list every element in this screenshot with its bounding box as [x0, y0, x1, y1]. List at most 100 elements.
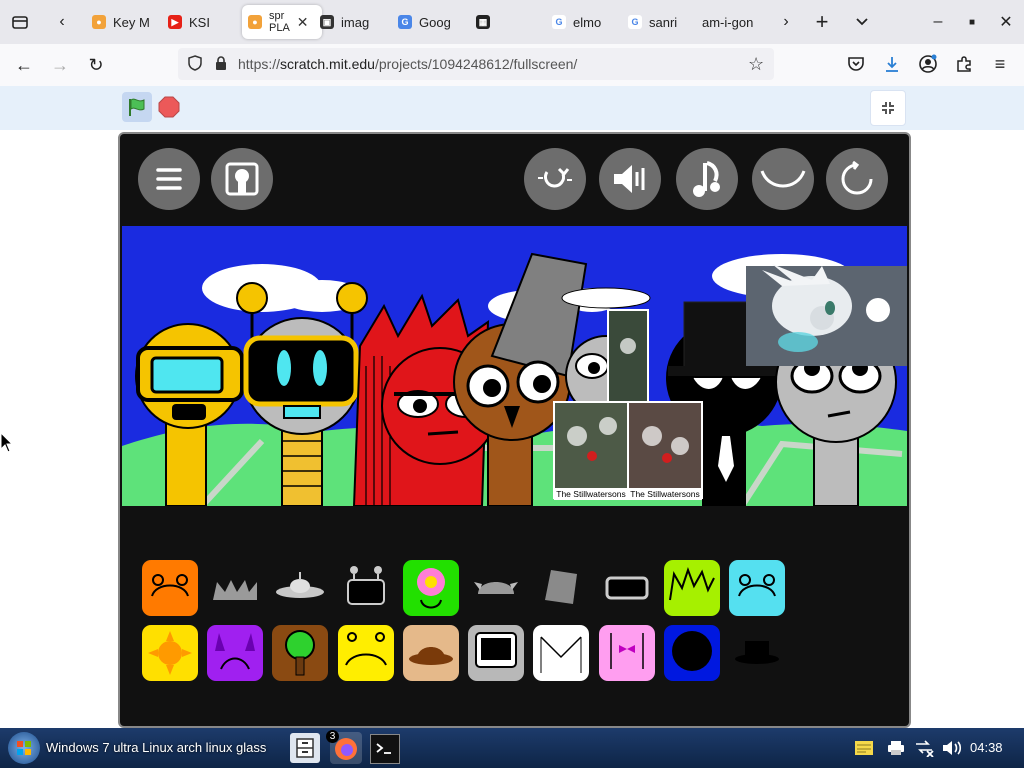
- pink-bow-icon: [610, 633, 644, 669]
- exit-fullscreen-button[interactable]: [870, 90, 906, 126]
- tab-title: Key M: [113, 14, 150, 30]
- stop-button[interactable]: [158, 96, 180, 118]
- costume-slot-spiky-crown[interactable]: [207, 560, 263, 616]
- forward-arrow-icon[interactable]: →: [46, 51, 74, 79]
- firefox-window-count-badge: 3: [326, 730, 339, 743]
- back-arrow-icon[interactable]: ←: [10, 51, 38, 79]
- lime-hair-icon: [669, 567, 715, 601]
- monitor-icon: [475, 632, 517, 668]
- tab-scroll-right-icon[interactable]: ›: [772, 8, 800, 36]
- start-orb-icon[interactable]: [8, 732, 40, 764]
- costume-slot-antenna-box[interactable]: [338, 560, 394, 616]
- costume-slot-cyan-frog[interactable]: [729, 560, 785, 616]
- maximize-icon[interactable]: ■: [958, 8, 986, 36]
- tab-favicon-icon: G: [628, 15, 642, 29]
- yellow-antenna-icon: [345, 632, 387, 666]
- tab-favicon-icon: ▦: [476, 15, 490, 29]
- tab-6[interactable]: ▦: [476, 5, 536, 39]
- tab-title: am-i-gon: [702, 14, 754, 30]
- bucket-icon: [545, 570, 577, 604]
- green-flag-icon: [129, 98, 145, 116]
- notes-tray-icon[interactable]: [852, 736, 876, 760]
- extensions-puzzle-icon[interactable]: [950, 50, 978, 78]
- tab-5[interactable]: G Goog: [398, 5, 466, 39]
- reload-icon[interactable]: ↻: [82, 51, 110, 79]
- costume-slot-pink-bow[interactable]: [599, 625, 655, 681]
- costume-slot-sun[interactable]: [142, 625, 198, 681]
- os-taskbar: Windows 7 ultra Linux arch linux glass 3…: [0, 728, 1024, 768]
- smile-icon: [760, 170, 806, 188]
- close-tab-icon[interactable]: ✕: [297, 14, 309, 31]
- green-flag-button[interactable]: [122, 92, 152, 122]
- black-hat-icon: [735, 641, 779, 664]
- costume-slot-blue-black[interactable]: [664, 625, 720, 681]
- tab-8[interactable]: Gsanri: [628, 5, 692, 39]
- costume-slot-bucket[interactable]: [533, 560, 589, 616]
- reset-mix-button[interactable]: [524, 148, 586, 210]
- costume-slot-lime-hair[interactable]: [664, 560, 720, 616]
- printer-tray-icon[interactable]: [884, 736, 908, 760]
- sun-icon: [148, 631, 192, 675]
- speaker-icon: [614, 165, 645, 193]
- tab-scroll-left-icon[interactable]: ‹: [48, 8, 76, 36]
- loop-arrows-icon: [538, 167, 572, 188]
- new-tab-plus-icon[interactable]: +: [808, 8, 836, 36]
- volume-button[interactable]: [599, 148, 661, 210]
- address-bar[interactable]: https://scratch.mit.edu/projects/1094248…: [178, 48, 774, 80]
- minimize-icon[interactable]: –: [924, 8, 952, 36]
- costume-slot-orange-frog[interactable]: [142, 560, 198, 616]
- character-button[interactable]: [211, 148, 273, 210]
- costume-slot-black-hat[interactable]: [729, 625, 785, 681]
- visor-icon: [605, 576, 649, 600]
- costume-slot-white-envelope[interactable]: [533, 625, 589, 681]
- tab-1[interactable]: ● Key M: [92, 5, 156, 39]
- restart-button[interactable]: [826, 148, 888, 210]
- spiky-crown-icon: [213, 580, 257, 600]
- lock-icon[interactable]: [212, 54, 230, 72]
- costume-slot-yellow-antenna[interactable]: [338, 625, 394, 681]
- music-button[interactable]: [676, 148, 738, 210]
- costume-slot-visor[interactable]: [599, 560, 655, 616]
- costume-slot-viking-helmet[interactable]: [468, 560, 524, 616]
- close-window-icon[interactable]: ✕: [992, 8, 1020, 36]
- costume-slot-tree[interactable]: [272, 625, 328, 681]
- orange-frog-icon: [151, 574, 189, 597]
- stop-sign-icon: [158, 96, 180, 118]
- project-stage[interactable]: The Stillwatersons The Stillwatersons: [118, 132, 911, 728]
- smile-button[interactable]: [752, 148, 814, 210]
- firefox-taskbar-button[interactable]: 3: [326, 730, 362, 764]
- tab-favicon-icon: ●: [248, 15, 262, 29]
- tab-3[interactable]: ● spr PLA ✕: [242, 5, 322, 39]
- costume-slot-purple-horns[interactable]: [207, 625, 263, 681]
- start-menu-label[interactable]: Windows 7 ultra Linux arch linux glass: [46, 740, 266, 755]
- tab-favicon-icon: G: [398, 15, 412, 29]
- menu-icon: [156, 168, 182, 190]
- hamburger-menu-icon[interactable]: ≡: [986, 50, 1014, 78]
- costume-slot-flower[interactable]: [403, 560, 459, 616]
- costume-slot-ufo-hat[interactable]: [272, 560, 328, 616]
- menu-button[interactable]: [138, 148, 200, 210]
- shield-icon[interactable]: [186, 54, 204, 72]
- bookmark-star-icon[interactable]: ☆: [748, 54, 768, 74]
- tab-4[interactable]: ▣ imag: [320, 5, 388, 39]
- downloads-icon[interactable]: [878, 50, 906, 78]
- costume-slot-monitor[interactable]: [468, 625, 524, 681]
- account-icon[interactable]: [914, 50, 942, 78]
- tab-9[interactable]: am-i-gon: [702, 5, 766, 39]
- costume-slot-brown-hat[interactable]: [403, 625, 459, 681]
- tab-2[interactable]: ▶ KSI: [168, 5, 232, 39]
- clock[interactable]: 04:38: [970, 740, 1003, 755]
- tab-overview-icon[interactable]: [6, 8, 34, 36]
- tab-7[interactable]: Gelmo: [552, 5, 616, 39]
- tab-list-chevron-icon[interactable]: [848, 8, 876, 36]
- tab-favicon-icon: ●: [92, 15, 106, 29]
- tab-bar: ‹ ● Key M ▶ KSI ● spr PLA ✕ ▣ imag G Goog ▦ Gelmo Gs…: [0, 0, 1024, 44]
- file-manager-taskbar-icon[interactable]: [290, 733, 320, 763]
- network-disconnected-tray-icon[interactable]: [912, 736, 936, 760]
- ufo-hat-icon: [276, 572, 324, 598]
- terminal-taskbar-icon[interactable]: [370, 734, 400, 764]
- antenna-box-icon: [347, 566, 385, 605]
- volume-tray-icon[interactable]: [940, 736, 964, 760]
- tab-title: imag: [341, 14, 370, 30]
- pocket-icon[interactable]: [842, 50, 870, 78]
